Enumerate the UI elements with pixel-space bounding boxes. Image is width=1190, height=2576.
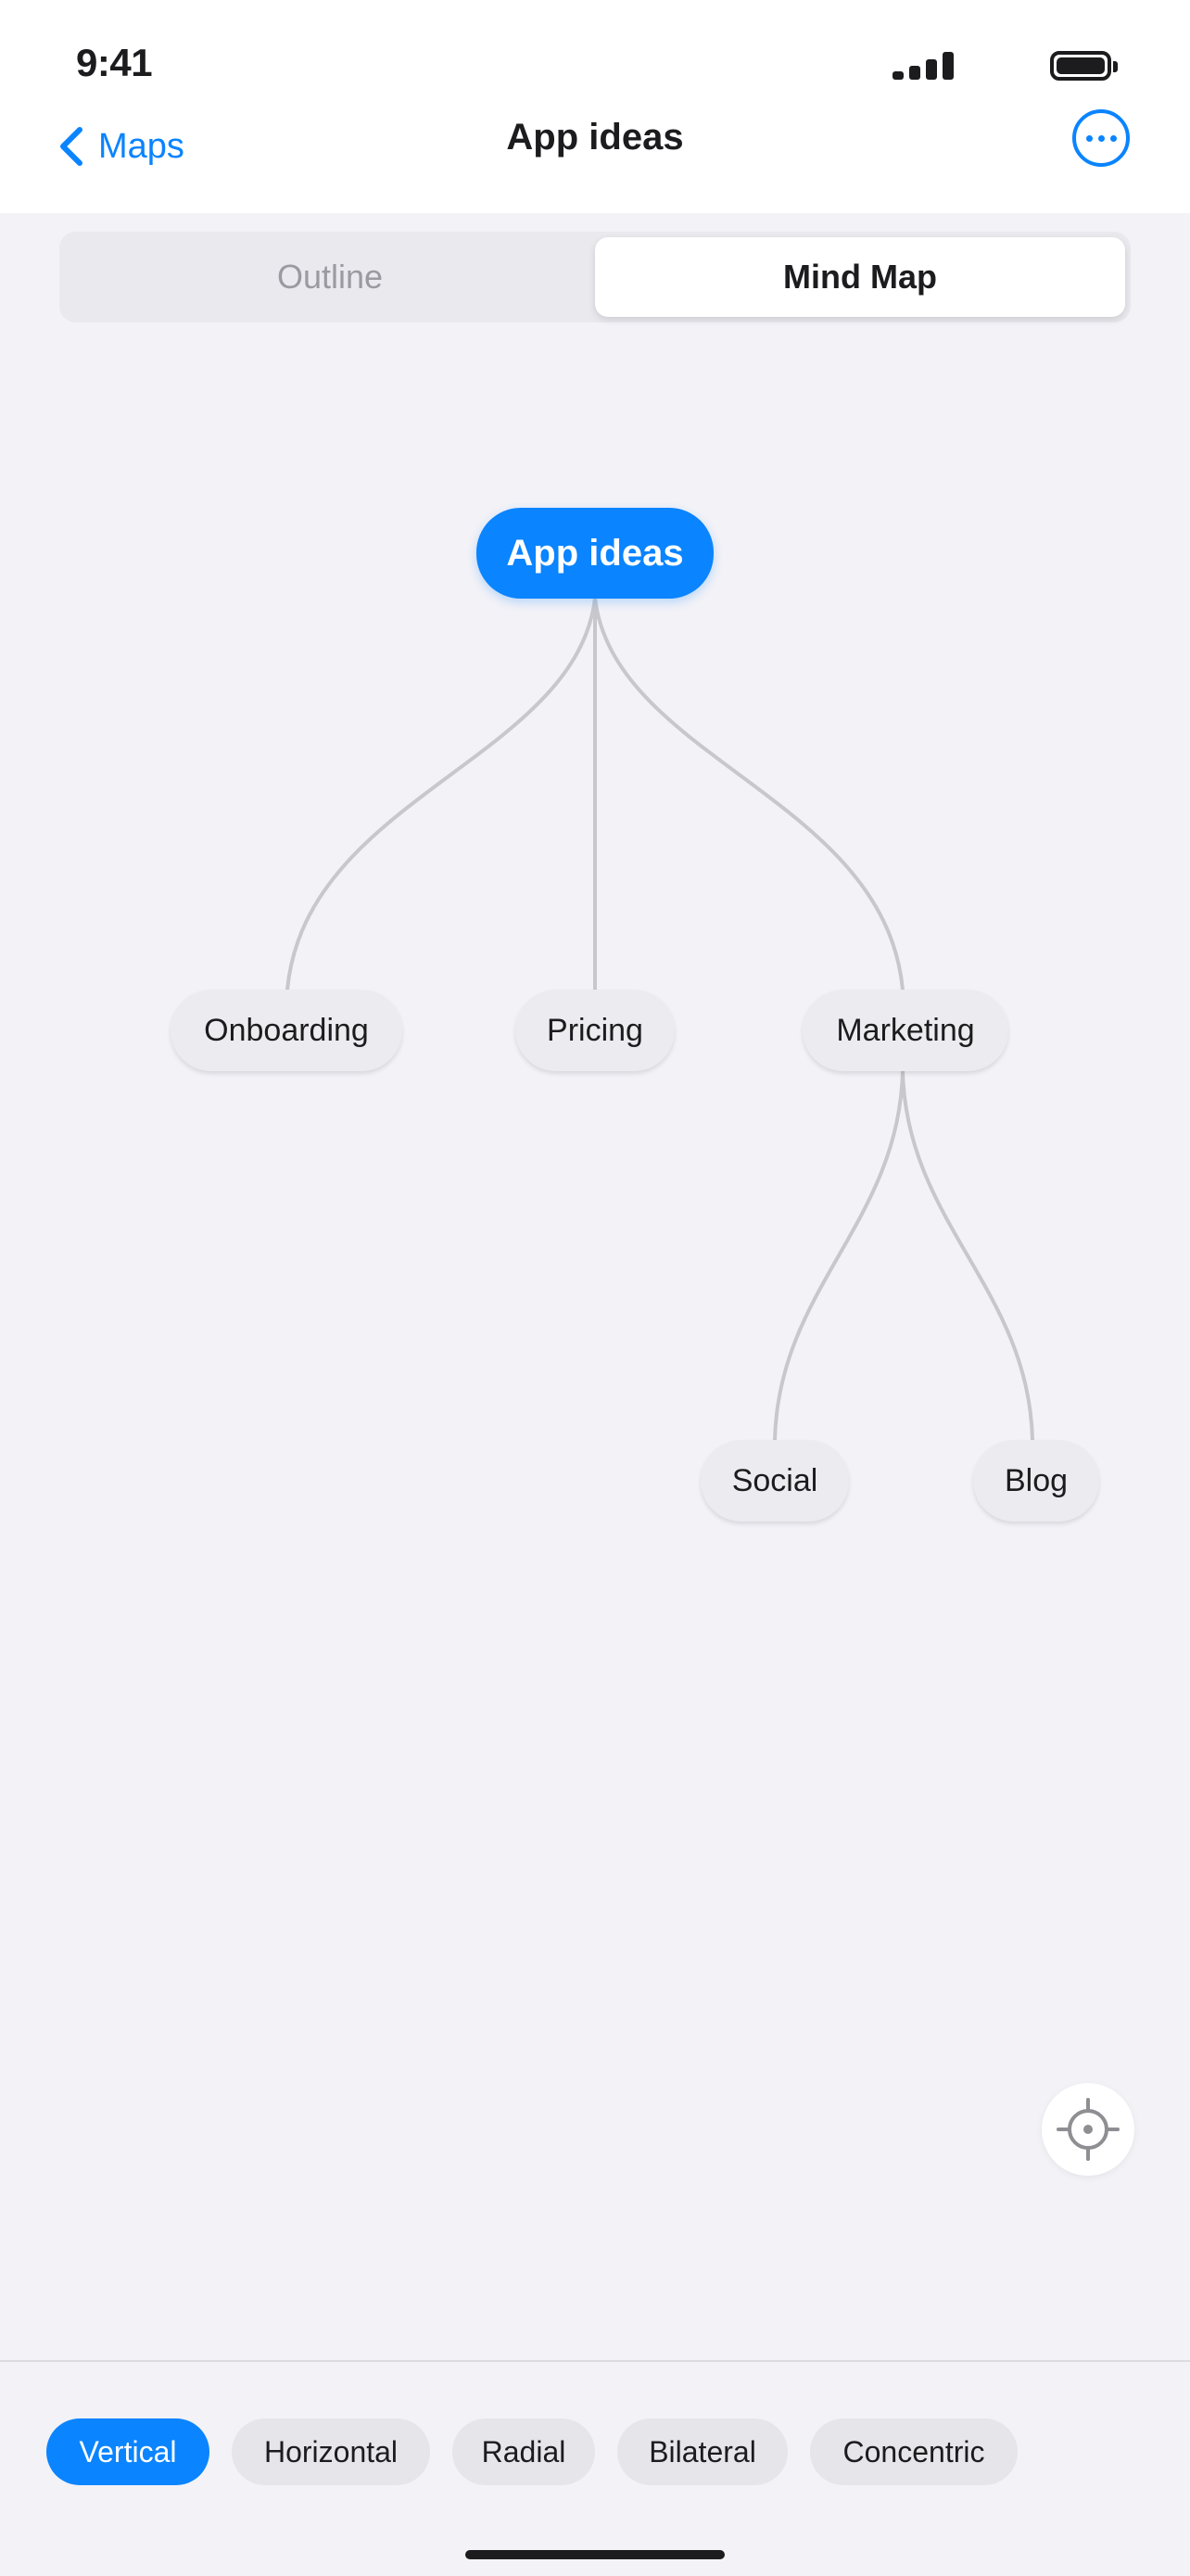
connector-root-marketing [593,597,905,991]
connector-marketing-social [773,1069,905,1442]
layout-chip-radial[interactable]: Radial [452,2418,595,2485]
layout-chip-concentric[interactable]: Concentric [810,2418,1018,2485]
layout-chip-bilateral[interactable]: Bilateral [617,2418,788,2485]
mind-map-node-marketing[interactable]: Marketing [803,990,1008,1071]
layout-chip-horizontal[interactable]: Horizontal [232,2418,430,2485]
mind-map-node-onboarding[interactable]: Onboarding [171,990,402,1071]
recenter-button[interactable] [1042,2083,1134,2176]
connector-marketing-blog [901,1069,1034,1442]
layout-chip-vertical[interactable]: Vertical [46,2418,209,2485]
locate-crosshair-icon [1057,2098,1120,2161]
mind-map-root-node[interactable]: App ideas [476,508,714,599]
mind-map-node-social[interactable]: Social [701,1440,849,1522]
connector-root-onboarding [285,597,597,991]
mind-map-node-blog[interactable]: Blog [973,1440,1099,1522]
home-indicator [465,2550,725,2559]
mind-map-node-pricing[interactable]: Pricing [515,990,675,1071]
layout-toolbar: Vertical Horizontal Radial Bilateral Con… [0,2360,1190,2576]
mind-map-connectors [285,597,1034,1442]
